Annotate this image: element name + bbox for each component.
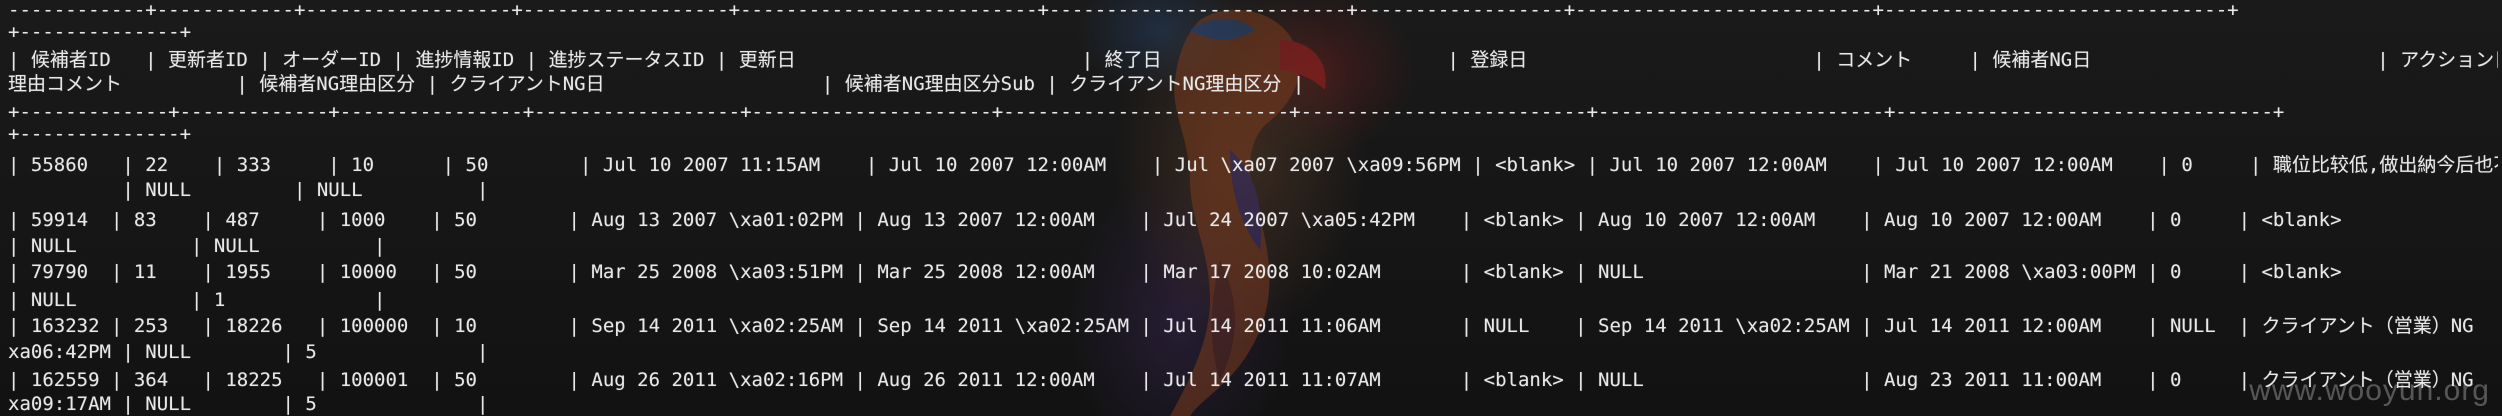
table-row-continued: | NULL | NULL | — [8, 179, 489, 201]
table-row: | 59914 | 83 | 487 | 1000 | 50 | Aug 13 … — [8, 209, 2498, 231]
table-border-line: +--------------+ — [8, 123, 192, 145]
table-row: | 79790 | 11 | 1955 | 10000 | 50 | Mar 2… — [8, 261, 2342, 283]
watermark-text: www.wooyun.org — [2249, 374, 2490, 407]
table-row-continued: xa09:17AM | NULL | 5 | — [8, 393, 489, 415]
table-row-continued: | NULL | NULL | — [8, 235, 386, 257]
table-header-row-continued: 理由コメント | 候補者NG理由区分 | クライアントNG日 | 候補者NG理由… — [8, 73, 1305, 95]
table-border-line: +--------------+ — [8, 21, 192, 43]
table-row-continued: | NULL | 1 | — [8, 289, 386, 311]
terminal-output: ------------+------------+--------------… — [8, 0, 2498, 416]
table-border-line: +-------------+-------------+-----------… — [8, 101, 2285, 123]
table-row: | 163232 | 253 | 18226 | 100000 | 10 | S… — [8, 315, 2474, 337]
table-header-row: | 候補者ID | 更新者ID | オーダーID | 進捗情報ID | 進捗ステ… — [8, 49, 2498, 71]
table-row: | 55860 | 22 | 333 | 10 | 50 | Jul 10 20… — [8, 154, 2498, 176]
table-border-line: ------------+------------+--------------… — [8, 0, 2239, 21]
table-row: | 162559 | 364 | 18225 | 100001 | 50 | A… — [8, 369, 2474, 391]
table-row-continued: xa06:42PM | NULL | 5 | — [8, 341, 489, 363]
